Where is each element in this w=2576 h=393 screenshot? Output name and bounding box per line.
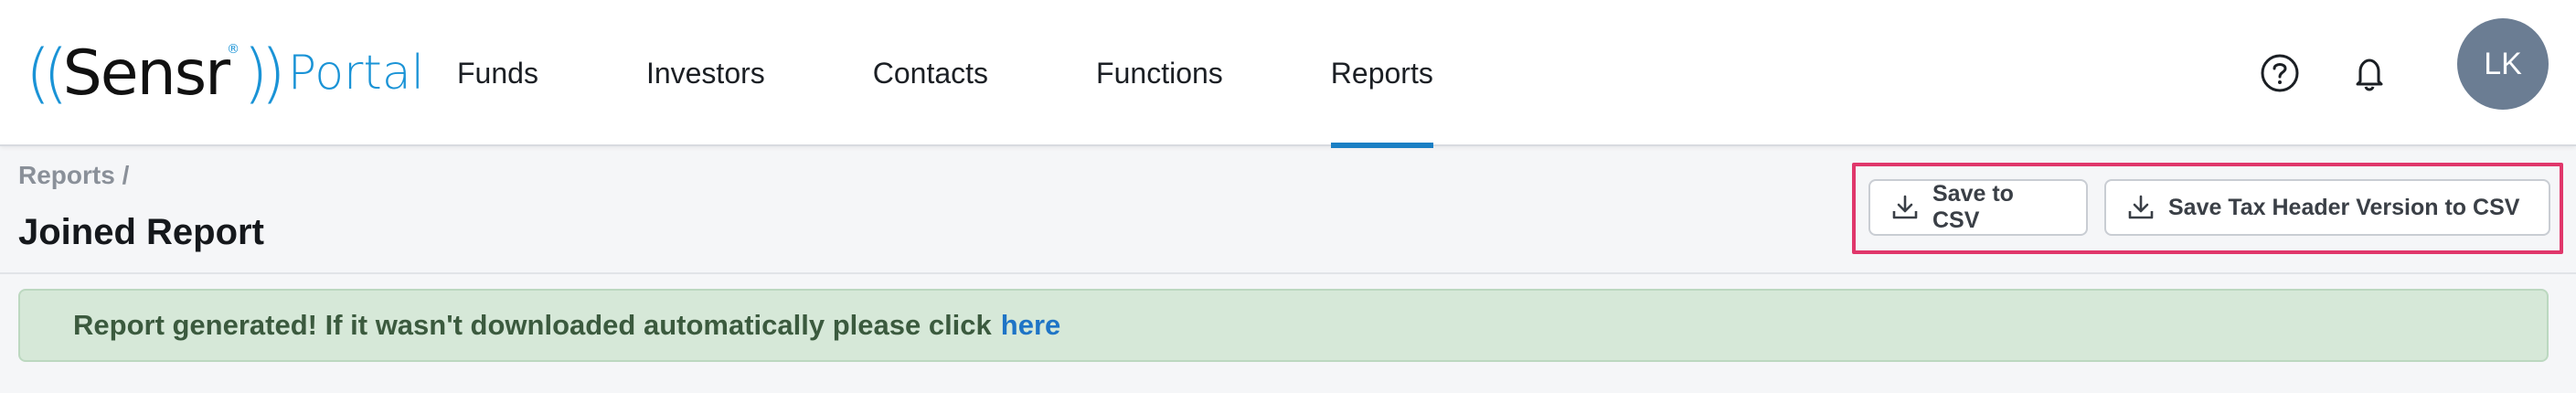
help-circle-icon: [2261, 54, 2299, 92]
section-divider: [0, 272, 2576, 274]
success-alert: Report generated! If it wasn't downloade…: [18, 289, 2549, 362]
download-here-link[interactable]: here: [1001, 309, 1060, 342]
breadcrumb[interactable]: Reports /: [18, 161, 129, 190]
logo-portal: Portal: [287, 46, 425, 101]
download-icon: [2126, 193, 2156, 222]
bell-icon: [2356, 58, 2383, 91]
download-icon: [1890, 193, 1920, 222]
notifications-button[interactable]: [2340, 44, 2399, 102]
nav-contacts[interactable]: Contacts: [873, 0, 988, 146]
sensr-portal-logo[interactable]: (( Sensr ® )) Portal: [26, 27, 424, 119]
top-header: (( Sensr ® )) Portal Funds Investors Con…: [0, 0, 2576, 148]
main-nav: Funds Investors Contacts Functions Repor…: [457, 0, 1541, 148]
save-csv-label: Save to CSV: [1932, 181, 2014, 233]
save-tax-header-csv-button[interactable]: Save Tax Header Version to CSV: [2104, 179, 2550, 236]
nav-functions[interactable]: Functions: [1096, 0, 1223, 146]
nav-reports[interactable]: Reports: [1330, 0, 1433, 148]
help-button[interactable]: [2251, 44, 2309, 102]
logo-open-paren: ((: [26, 36, 69, 111]
nav-funds[interactable]: Funds: [457, 0, 538, 146]
alert-message: Report generated! If it wasn't downloade…: [73, 309, 992, 341]
logo-brand: Sensr: [62, 37, 230, 110]
logo-close-paren: )): [243, 36, 286, 111]
page-title: Joined Report: [18, 212, 264, 252]
save-csv-button[interactable]: Save to CSV: [1868, 179, 2088, 236]
logo-reg-mark: ®: [227, 42, 240, 57]
save-tax-csv-label: Save Tax Header Version to CSV: [2168, 194, 2520, 220]
user-avatar[interactable]: LK: [2457, 18, 2549, 110]
nav-investors[interactable]: Investors: [646, 0, 765, 146]
